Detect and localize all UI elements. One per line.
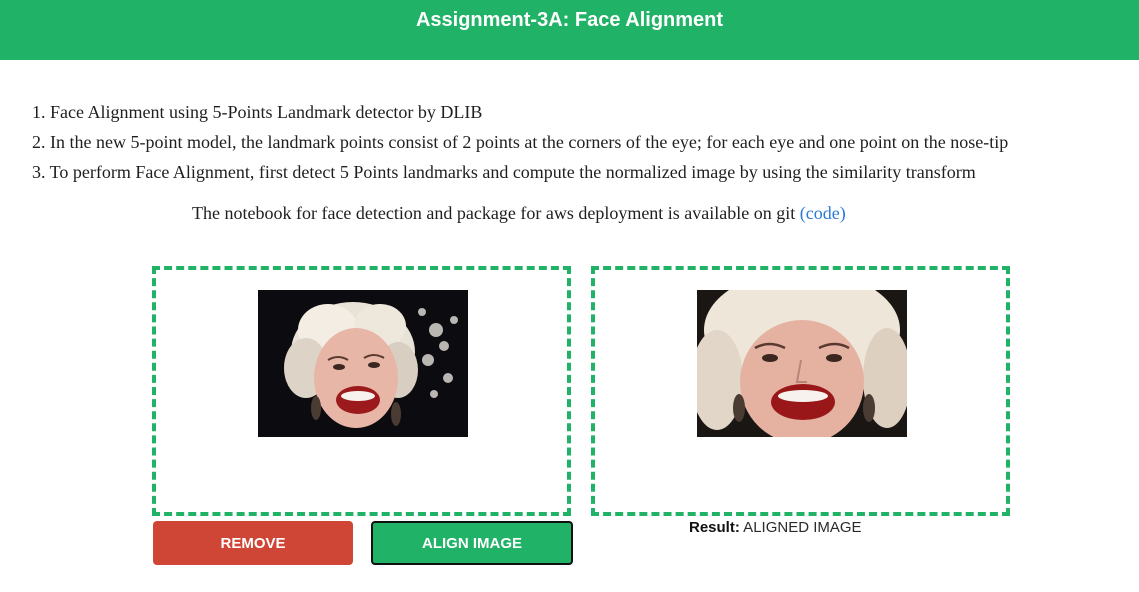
result-value: ALIGNED IMAGE <box>739 519 862 536</box>
align-image-button[interactable]: ALIGN IMAGE <box>371 521 573 565</box>
code-link-label[interactable]: code <box>806 203 840 223</box>
instruction-step-3: 3. To perform Face Alignment, first dete… <box>32 162 976 182</box>
upload-drop-zone[interactable] <box>152 266 571 516</box>
result-caption: Result: ALIGNED IMAGE <box>689 519 862 536</box>
input-face-image <box>258 290 468 437</box>
instruction-step-1: 1. Face Alignment using 5-Points Landmar… <box>32 102 483 122</box>
aligned-face-image <box>697 290 907 437</box>
header-bar: Assignment-3A: Face Alignment <box>0 0 1139 60</box>
result-zone <box>591 266 1010 516</box>
result-label: Result: <box>689 519 740 536</box>
code-link[interactable]: (code) <box>800 203 846 223</box>
remove-button[interactable]: REMOVE <box>153 521 353 565</box>
notebook-note: The notebook for face detection and pack… <box>192 203 846 224</box>
page-title: Assignment-3A: Face Alignment <box>415 9 724 31</box>
instruction-list: 1. Face Alignment using 5-Points Landmar… <box>32 97 1132 187</box>
instruction-step-2: 2. In the new 5-point model, the landmar… <box>32 132 1009 152</box>
note-text: The notebook for face detection and pack… <box>192 203 800 223</box>
